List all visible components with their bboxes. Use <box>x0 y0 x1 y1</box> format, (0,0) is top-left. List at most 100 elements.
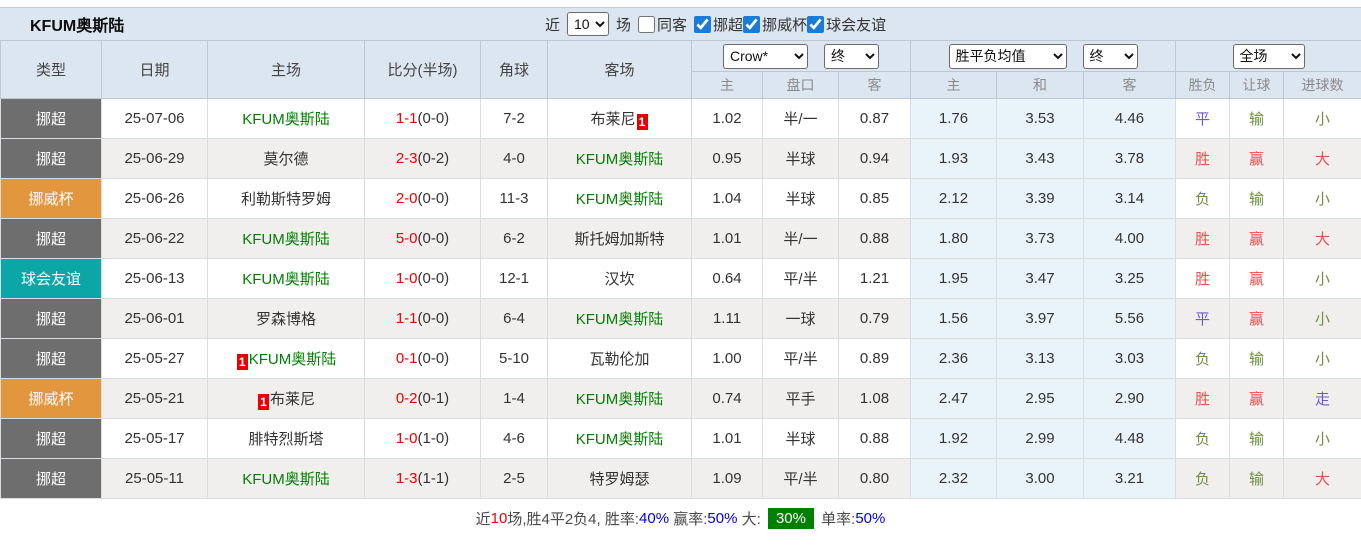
league-type-cell: 挪超 <box>0 98 102 139</box>
team-name: KFUM奥斯陆 <box>575 151 664 168</box>
handicap-line: 平手 <box>762 378 839 419</box>
league-filter-checkbox[interactable] <box>743 15 761 33</box>
score-cell: 1-3(1-1) <box>364 458 481 499</box>
home-team-cell: 1 布莱尼 <box>207 378 365 419</box>
result-group-header: 全场 <box>1175 40 1361 72</box>
avg-home-odds: 1.92 <box>910 418 998 459</box>
match-date: 25-07-06 <box>101 98 208 139</box>
fulltime-score: 2-3 <box>395 150 418 167</box>
avg-time-select[interactable]: 终 <box>1082 43 1138 69</box>
avg-away-odds: 3.25 <box>1083 258 1177 299</box>
match-row: 挪威杯 25-05-21 1 布莱尼 0-2(0-1) 1-4 KFUM奥斯陆 0… <box>0 378 1361 419</box>
summary-footer: 近 10 场,胜4平2负4, 胜率: 40% 赢率: 50% 大: 30% 单率: 50% <box>0 499 1361 538</box>
crow-away-odds: 0.87 <box>837 98 912 139</box>
crow-home-odds: 1.01 <box>691 218 763 259</box>
match-row: 挪超 25-06-29 莫尔德 2-3(0-2) 4-0 KFUM奥斯陆 0.9… <box>0 138 1361 179</box>
odds-group-header: Crow* 终 <box>690 40 912 72</box>
result-handicap: 输 <box>1229 178 1285 219</box>
footer-segment: 10 <box>490 510 508 527</box>
result-winlose: 胜 <box>1175 218 1231 259</box>
team-name: 腓特烈斯塔 <box>248 431 324 448</box>
crow-home-odds: 0.64 <box>691 258 763 299</box>
corner-score: 7-2 <box>480 98 548 139</box>
league-filter-checkbox[interactable] <box>807 15 825 33</box>
team-name: 利勒斯特罗姆 <box>240 191 331 208</box>
crow-home-odds: 1.02 <box>691 98 763 139</box>
halftime-score: (0-0) <box>417 110 450 127</box>
recent-count-select[interactable]: 10 <box>567 12 610 36</box>
league-type-cell: 挪超 <box>0 298 102 339</box>
league-filter: 球会友谊 <box>807 14 886 35</box>
away-team-cell: 布莱尼 1 <box>547 98 692 139</box>
handicap-line: 平/半 <box>762 258 839 299</box>
crow-home-odds: 1.04 <box>691 178 763 219</box>
fulltime-score: 2-0 <box>395 190 418 207</box>
team-name: KFUM奥斯陆 <box>575 431 664 448</box>
result-winlose: 平 <box>1175 298 1231 339</box>
avg-draw-odds: 3.73 <box>996 218 1085 259</box>
footer-segment: 50% <box>855 510 886 527</box>
crow-home-odds: 0.74 <box>691 378 763 419</box>
subcol-crow-away: 客 <box>837 71 912 99</box>
crow-away-odds: 0.85 <box>837 178 912 219</box>
away-team-cell: KFUM奥斯陆 <box>547 418 692 459</box>
footer-segment: 单率: <box>816 511 856 528</box>
crow-away-odds: 1.21 <box>837 258 912 299</box>
col-header-date: 日期 <box>101 40 208 99</box>
bookmaker-time-select[interactable]: 终 <box>824 43 879 69</box>
crow-home-odds: 1.01 <box>691 418 763 459</box>
col-header-home: 主场 <box>207 40 365 99</box>
filter-controls: 近 10 场 同客 挪超 挪威杯 球会友谊 <box>545 12 886 36</box>
result-goals: 走 <box>1283 378 1361 419</box>
home-team-cell: KFUM奥斯陆 <box>207 258 365 299</box>
team-name: 斯托姆加斯特 <box>574 231 665 248</box>
team-name: KFUM奥斯陆 <box>248 350 337 368</box>
league-filter-checkbox[interactable] <box>694 15 712 33</box>
halftime-score: (1-0) <box>417 430 450 447</box>
fulltime-score: 1-3 <box>395 470 418 487</box>
bookmaker-select[interactable]: Crow* <box>723 43 808 69</box>
avg-away-odds: 4.48 <box>1083 418 1177 459</box>
period-select[interactable]: 全场 <box>1232 43 1305 69</box>
match-date: 25-06-22 <box>101 218 208 259</box>
match-date: 25-05-17 <box>101 418 208 459</box>
avg-away-odds: 4.00 <box>1083 218 1177 259</box>
league-type-cell: 挪超 <box>0 138 102 179</box>
subcol-crow-home: 主 <box>691 71 763 99</box>
crow-away-odds: 0.88 <box>837 218 912 259</box>
score-cell: 1-1(0-0) <box>364 98 481 139</box>
team-name: KFUM奥斯陆 <box>242 111 330 128</box>
team-name: KFUM奥斯陆 <box>242 471 330 488</box>
avg-draw-odds: 2.95 <box>996 378 1085 419</box>
match-date: 25-05-21 <box>101 378 208 419</box>
league-filter: 挪威杯 <box>743 14 807 35</box>
corner-score: 11-3 <box>480 178 548 219</box>
match-row: 挪威杯 25-06-26 利勒斯特罗姆 2-0(0-0) 11-3 KFUM奥斯… <box>0 178 1361 219</box>
team-name: KFUM奥斯陆 <box>242 271 330 288</box>
result-winlose: 负 <box>1175 338 1231 379</box>
avg-home-odds: 1.56 <box>910 298 998 339</box>
away-team-cell: KFUM奥斯陆 <box>547 138 692 179</box>
score-cell: 1-0(0-0) <box>364 258 481 299</box>
matches-label: 场 <box>616 16 632 34</box>
avg-home-odds: 1.80 <box>910 218 998 259</box>
corner-score: 12-1 <box>480 258 548 299</box>
match-date: 25-05-11 <box>101 458 208 499</box>
match-date: 25-06-26 <box>101 178 208 219</box>
crow-home-odds: 1.00 <box>691 338 763 379</box>
topbar: KFUM奥斯陆 近 10 场 同客 挪超 挪威杯 球会友谊 <box>0 7 1361 40</box>
col-header-away: 客场 <box>547 40 692 99</box>
result-goals: 小 <box>1283 98 1361 139</box>
match-row: 挪超 25-05-17 腓特烈斯塔 1-0(1-0) 4-6 KFUM奥斯陆 1… <box>0 418 1361 459</box>
halftime-score: (0-0) <box>417 310 450 327</box>
avg-type-select[interactable]: 胜平负均值 <box>948 43 1067 69</box>
same-away-checkbox[interactable] <box>638 15 656 33</box>
halftime-score: (0-0) <box>417 230 450 247</box>
result-goals: 小 <box>1283 298 1361 339</box>
score-cell: 0-1(0-0) <box>364 338 481 379</box>
league-type-cell: 挪超 <box>0 338 102 379</box>
result-goals: 小 <box>1283 338 1361 379</box>
subcol-goals: 进球数 <box>1283 71 1361 99</box>
recent-label: 近 <box>545 16 561 34</box>
avg-draw-odds: 3.13 <box>996 338 1085 379</box>
